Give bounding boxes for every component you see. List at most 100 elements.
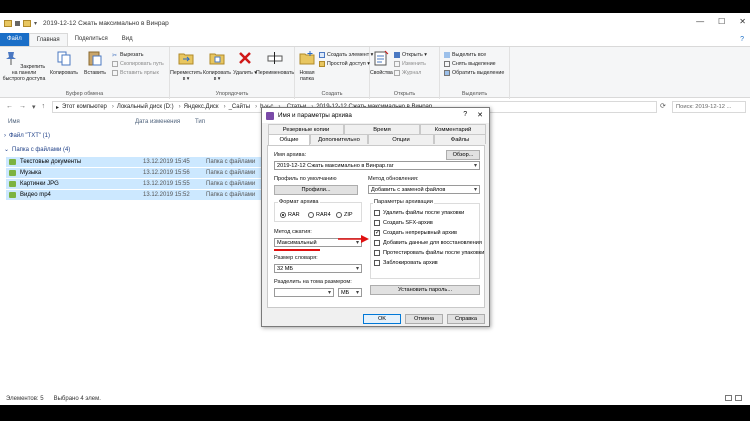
table-row[interactable]: Текстовые документы 13.12.2019 15:45 Пап… bbox=[6, 157, 261, 167]
split-unit-select[interactable]: МБ bbox=[338, 288, 362, 297]
copy-path-button[interactable]: Скопировать путь bbox=[112, 61, 164, 67]
new-item-button[interactable]: Создать элемент ▾ bbox=[319, 52, 373, 58]
shortcut-icon bbox=[112, 70, 118, 76]
forward-icon[interactable]: → bbox=[19, 103, 26, 111]
select-none-button[interactable]: Снять выделение bbox=[444, 61, 496, 67]
browse-button[interactable]: Обзор... bbox=[446, 150, 480, 160]
chevron-down-icon[interactable]: ▾ bbox=[34, 20, 37, 27]
dictionary-select[interactable]: 32 МБ bbox=[274, 264, 362, 273]
general-panel: Имя архива: Обзор... 2019-12-12 Сжать ма… bbox=[267, 145, 485, 308]
cut-button[interactable]: ✂ Вырезать bbox=[112, 52, 144, 59]
close-button[interactable]: ✕ bbox=[739, 17, 746, 26]
profiles-button[interactable]: Профили... bbox=[274, 185, 358, 195]
group-header-folders[interactable]: ⌄ Папка с файлами (4) bbox=[4, 146, 70, 154]
quick-access-toolbar: ▾ bbox=[4, 19, 37, 27]
refresh-icon[interactable]: ⟳ bbox=[660, 102, 666, 110]
paste-shortcut-button[interactable]: Вставить ярлык bbox=[112, 70, 159, 76]
test-files-checkbox[interactable]: Протестировать файлы после упаковки bbox=[374, 250, 484, 256]
column-type[interactable]: Тип bbox=[195, 119, 205, 125]
tab-view[interactable]: Вид bbox=[115, 33, 140, 46]
help-icon[interactable]: ? bbox=[740, 36, 744, 43]
tab-general[interactable]: Общие bbox=[268, 134, 310, 145]
paste-button[interactable]: Вставить bbox=[80, 50, 110, 76]
tab-files[interactable]: Файлы bbox=[434, 134, 486, 144]
back-icon[interactable]: ← bbox=[6, 103, 13, 111]
help-button[interactable]: Справка bbox=[447, 314, 485, 324]
column-name[interactable]: Имя bbox=[8, 119, 20, 125]
lock-archive-checkbox[interactable]: Заблокировать архив bbox=[374, 260, 438, 266]
dialog-close-button[interactable]: ✕ bbox=[477, 111, 483, 119]
history-button[interactable]: Журнал bbox=[394, 70, 421, 76]
properties-icon bbox=[374, 50, 389, 66]
breadcrumb-item[interactable]: _Сайты bbox=[229, 104, 251, 110]
details-view-icon[interactable] bbox=[725, 395, 732, 401]
solid-archive-checkbox[interactable]: Создать непрерывный архив bbox=[374, 229, 457, 236]
copy-to-button[interactable]: Копировать в ▾ bbox=[202, 50, 232, 82]
delete-after-checkbox[interactable]: Удалить файлы после упаковки bbox=[374, 210, 464, 216]
pin-button[interactable]: Закрепить на панели быстрого доступа bbox=[2, 50, 46, 82]
tab-home[interactable]: Главная bbox=[28, 33, 68, 46]
column-date[interactable]: Дата изменения bbox=[135, 119, 180, 125]
rename-button[interactable]: Переименовать bbox=[256, 50, 294, 76]
select-all-button[interactable]: Выделить все bbox=[444, 52, 486, 58]
breadcrumb-item[interactable]: Этот компьютер bbox=[62, 104, 107, 110]
winrar-icon bbox=[266, 111, 274, 120]
cancel-button[interactable]: Отмена bbox=[405, 314, 443, 324]
invert-selection-button[interactable]: Обратить выделение bbox=[444, 70, 504, 76]
move-to-button[interactable]: Переместить в ▾ bbox=[170, 50, 202, 82]
up-icon[interactable]: ↑ bbox=[42, 103, 46, 111]
split-size-input[interactable] bbox=[274, 288, 334, 297]
open-button[interactable]: Открыть ▾ bbox=[394, 52, 427, 58]
search-input[interactable]: Поиск: 2019-12-12 ... bbox=[672, 101, 746, 113]
properties-icon[interactable] bbox=[15, 20, 20, 26]
explorer-window: ▾ 2019-12-12 Сжать максимально в Винрар … bbox=[0, 13, 750, 405]
path-icon bbox=[112, 61, 118, 67]
delete-button[interactable]: Удалить ▾ bbox=[232, 50, 258, 76]
new-folder-icon[interactable] bbox=[23, 19, 31, 27]
maximize-button[interactable]: ☐ bbox=[718, 17, 725, 26]
archive-name-field[interactable]: 2019-12-12 Сжать максимально в Винрар.ra… bbox=[274, 161, 480, 170]
new-folder-button[interactable]: Новая папка bbox=[295, 50, 319, 82]
properties-button[interactable]: Свойства bbox=[370, 50, 393, 76]
copy-button[interactable]: Копировать bbox=[48, 50, 80, 76]
open-group-label: Открыть bbox=[393, 91, 416, 97]
tab-backup[interactable]: Резервные копии bbox=[268, 124, 344, 134]
folder-icon bbox=[9, 159, 16, 165]
checkbox-icon bbox=[374, 250, 380, 256]
paste-icon bbox=[88, 51, 102, 66]
tab-comment[interactable]: Комментарий bbox=[420, 124, 486, 134]
tab-share[interactable]: Поделиться bbox=[68, 33, 115, 46]
tab-advanced[interactable]: Дополнительно bbox=[310, 134, 368, 144]
chevron-down-icon: ⌄ bbox=[4, 147, 10, 153]
set-password-button[interactable]: Установить пароль... bbox=[370, 285, 480, 295]
easy-access-button[interactable]: Простой доступ ▾ bbox=[319, 61, 370, 67]
recovery-record-checkbox[interactable]: Добавить данные для восстановления bbox=[374, 240, 482, 246]
table-row[interactable]: Картинки JPG 13.12.2019 15:55 Папка с фа… bbox=[6, 179, 261, 189]
group-header-txt[interactable]: › Файл "TXT" (1) bbox=[4, 133, 50, 139]
update-method-select[interactable]: Добавить с заменой файлов bbox=[368, 185, 480, 194]
options-label: Параметры архивации bbox=[373, 199, 434, 205]
breadcrumb-item[interactable]: Локальный диск (D:) bbox=[117, 104, 174, 110]
format-rar-radio[interactable]: RAR bbox=[280, 212, 300, 218]
folder-icon bbox=[9, 192, 16, 198]
tab-options[interactable]: Опции bbox=[368, 134, 434, 144]
move-icon bbox=[178, 53, 194, 65]
breadcrumb-item[interactable]: Яндекс.Диск bbox=[184, 104, 219, 110]
dialog-help-button[interactable]: ? bbox=[463, 111, 467, 119]
format-zip-radio[interactable]: ZIP bbox=[336, 212, 353, 218]
selected-count: Выбрано 4 элем. bbox=[53, 395, 101, 402]
minimize-button[interactable]: — bbox=[696, 17, 704, 26]
tab-time[interactable]: Время bbox=[344, 124, 420, 134]
edit-button[interactable]: Изменить bbox=[394, 61, 426, 67]
table-row[interactable]: Видео mp4 13.12.2019 15:52 Папка с файла… bbox=[6, 190, 261, 200]
table-row[interactable]: Музыка 13.12.2019 15:56 Папка с файлами bbox=[6, 168, 261, 178]
tiles-view-icon[interactable] bbox=[735, 395, 742, 401]
checkbox-icon bbox=[374, 210, 380, 216]
format-rar4-radio[interactable]: RAR4 bbox=[308, 212, 331, 218]
ok-button[interactable]: OK bbox=[363, 314, 401, 324]
tab-file[interactable]: Файл bbox=[0, 33, 29, 46]
chevron-down-icon[interactable]: ▾ bbox=[32, 103, 36, 111]
sfx-checkbox[interactable]: Создать SFX-архив bbox=[374, 220, 433, 226]
checkbox-icon bbox=[374, 260, 380, 266]
folder-icon bbox=[4, 19, 12, 27]
